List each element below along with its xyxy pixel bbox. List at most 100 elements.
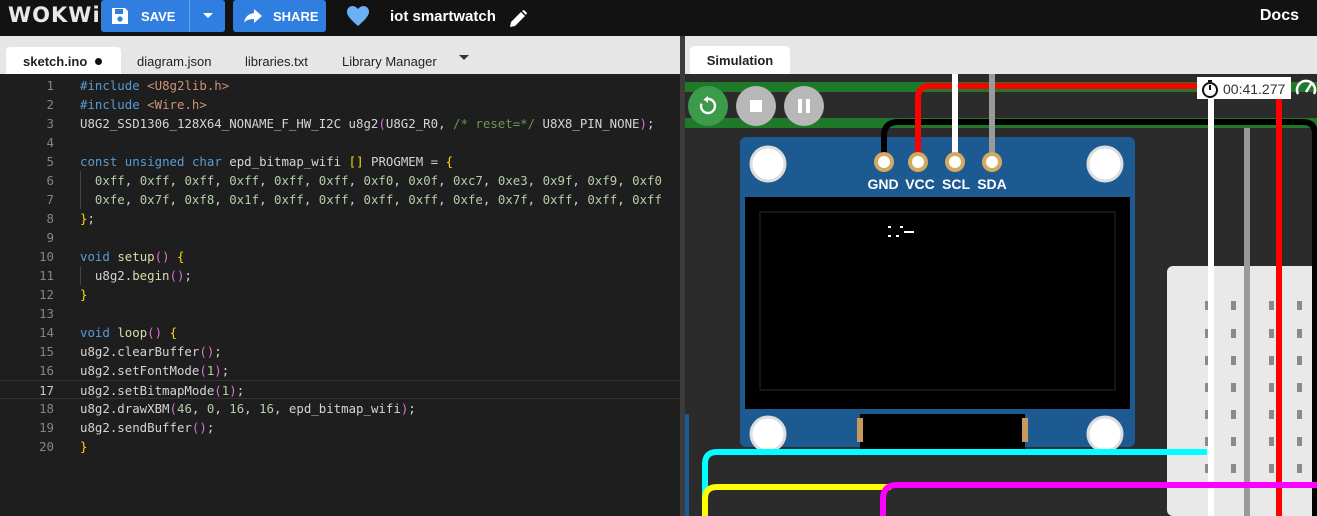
code-line[interactable]: 13 — [0, 304, 680, 323]
line-number: 7 — [46, 192, 54, 207]
cable-connector — [1022, 418, 1028, 442]
code-line[interactable]: 2 #include <Wire.h> — [0, 95, 680, 114]
code-line[interactable]: 6 0xff, 0xff, 0xff, 0xff, 0xff, 0xff, 0x… — [0, 171, 680, 190]
code-area[interactable]: 1 #include <U8g2lib.h> 2 #include <Wire.h> 3… — [0, 74, 680, 516]
tab-libraries-txt[interactable]: libraries.txt — [245, 47, 308, 74]
simulation-timer: 00:41.277 — [1197, 77, 1292, 99]
chevron-down-icon — [202, 13, 213, 18]
tab-library-manager[interactable]: Library Manager — [342, 47, 437, 74]
code-line[interactable]: 12} — [0, 285, 680, 304]
pause-simulation-button[interactable] — [784, 86, 824, 126]
wokwi-logo[interactable]: WOKWi — [8, 3, 101, 27]
save-button[interactable]: SAVE — [101, 0, 189, 32]
code-text: U8G2_SSD1306_128X64_NONAME_F_HW_I2C u8g2… — [80, 116, 655, 131]
oled-flex-cable — [860, 414, 1025, 449]
cable-connector — [857, 418, 863, 442]
circuit-diagram: GND VCC SCL SDA — [685, 74, 1317, 516]
share-label: SHARE — [273, 8, 319, 24]
pause-icon — [798, 99, 810, 113]
tab-label: Library Manager — [342, 54, 437, 69]
share-icon — [244, 9, 262, 23]
line-number: 14 — [39, 325, 54, 340]
save-button-group: SAVE — [101, 0, 225, 32]
code-line[interactable]: 18 u8g2.drawXBM(46, 0, 16, 16, epd_bitmap… — [0, 399, 680, 418]
share-button[interactable]: SHARE — [233, 0, 326, 32]
code-line[interactable]: 3 U8G2_SSD1306_128X64_NONAME_F_HW_I2C u8g… — [0, 114, 680, 133]
speed-gauge-icon — [1295, 77, 1317, 104]
code-line[interactable]: 4 — [0, 133, 680, 152]
mount-hole — [749, 415, 787, 453]
code-line[interactable]: 7 0xfe, 0x7f, 0xf8, 0x1f, 0xff, 0xff, 0x… — [0, 190, 680, 209]
code-text: #include <U8g2lib.h> — [80, 78, 230, 93]
tab-label: diagram.json — [137, 54, 212, 69]
save-options-dropdown[interactable] — [190, 0, 225, 32]
code-text: void loop() { — [80, 325, 178, 340]
stop-simulation-button[interactable] — [736, 86, 776, 126]
line-number: 12 — [39, 287, 54, 302]
tab-label: sketch.ino — [23, 54, 88, 69]
tab-diagram-json[interactable]: diagram.json — [137, 47, 211, 74]
code-line[interactable]: 15 u8g2.clearBuffer(); — [0, 342, 680, 361]
code-line[interactable]: 14 void loop() { — [0, 323, 680, 342]
pin-label-sda: SDA — [977, 176, 1007, 192]
line-number: 6 — [46, 173, 54, 188]
tab-sketch-ino[interactable]: sketch.ino — [6, 47, 121, 74]
line-number: 2 — [46, 97, 54, 112]
pin-label-scl: SCL — [942, 176, 970, 192]
line-number: 17 — [39, 383, 54, 398]
code-line[interactable]: 17 u8g2.setBitmapMode(1); — [0, 380, 680, 399]
code-line[interactable]: 10 void setup() { — [0, 247, 680, 266]
code-line[interactable]: 9 — [0, 228, 680, 247]
line-number: 19 — [39, 420, 54, 435]
pencil-icon[interactable] — [508, 9, 528, 34]
top-bar: WOKWi SAVE SHARE iot smartwatch Docs — [0, 0, 1317, 36]
line-number: 16 — [39, 363, 54, 378]
tabs-dropdown-icon[interactable] — [459, 55, 469, 60]
code-line[interactable]: 20} — [0, 437, 680, 456]
line-number: 3 — [46, 116, 54, 131]
simulation-canvas[interactable]: GND VCC SCL SDA 00:41.277 — [685, 74, 1317, 516]
code-text: u8g2.sendBuffer(); — [80, 420, 215, 435]
code-text: u8g2.setFontMode(1); — [80, 363, 230, 378]
restart-simulation-button[interactable] — [688, 86, 728, 126]
line-number: 20 — [39, 439, 54, 454]
simulation-tabs: Simulation — [685, 36, 1317, 74]
line-number: 15 — [39, 344, 54, 359]
code-text: u8g2.setBitmapMode(1); — [80, 383, 245, 398]
line-number: 11 — [39, 268, 54, 283]
code-line[interactable]: 5 const unsigned char epd_bitmap_wifi [] … — [0, 152, 680, 171]
stopwatch-icon — [1202, 80, 1218, 98]
code-text: 0xff, 0xff, 0xff, 0xff, 0xff, 0xff, 0xf0… — [94, 173, 662, 188]
line-number: 13 — [39, 306, 54, 321]
code-line[interactable]: 8}; — [0, 209, 680, 228]
tab-label: libraries.txt — [245, 54, 308, 69]
code-line[interactable]: 16 u8g2.setFontMode(1); — [0, 361, 680, 380]
code-text: } — [80, 439, 88, 454]
save-icon — [112, 8, 128, 24]
code-line[interactable]: 11 u8g2.begin(); — [0, 266, 680, 285]
oled-display-area — [759, 211, 1116, 391]
code-line[interactable]: 1 #include <U8g2lib.h> — [0, 76, 680, 95]
code-text: u8g2.drawXBM(46, 0, 16, 16, epd_bitmap_w… — [80, 401, 416, 416]
code-text: }; — [80, 211, 95, 226]
wire-yellow — [702, 484, 891, 516]
heart-icon[interactable] — [346, 5, 370, 32]
code-line[interactable]: 19 u8g2.sendBuffer(); — [0, 418, 680, 437]
code-text: const unsigned char epd_bitmap_wifi [] P… — [80, 154, 454, 169]
tab-simulation[interactable]: Simulation — [690, 46, 790, 74]
code-text: } — [80, 287, 88, 302]
code-editor-panel: sketch.ino diagram.json libraries.txt Li… — [0, 36, 680, 516]
breadboard — [1167, 266, 1317, 516]
line-number: 10 — [39, 249, 54, 264]
code-text: u8g2.begin(); — [80, 268, 192, 283]
code-text: 0xfe, 0x7f, 0xf8, 0x1f, 0xff, 0xff, 0xff… — [94, 192, 662, 207]
code-text: #include <Wire.h> — [80, 97, 207, 112]
stop-icon — [750, 100, 762, 112]
project-title[interactable]: iot smartwatch — [390, 8, 496, 25]
code-text: void setup() { — [80, 249, 185, 264]
unsaved-dot-icon — [95, 58, 103, 65]
indent-guide — [80, 266, 81, 285]
line-number: 18 — [39, 401, 54, 416]
mount-hole — [1086, 415, 1124, 453]
docs-link[interactable]: Docs — [1260, 7, 1299, 25]
